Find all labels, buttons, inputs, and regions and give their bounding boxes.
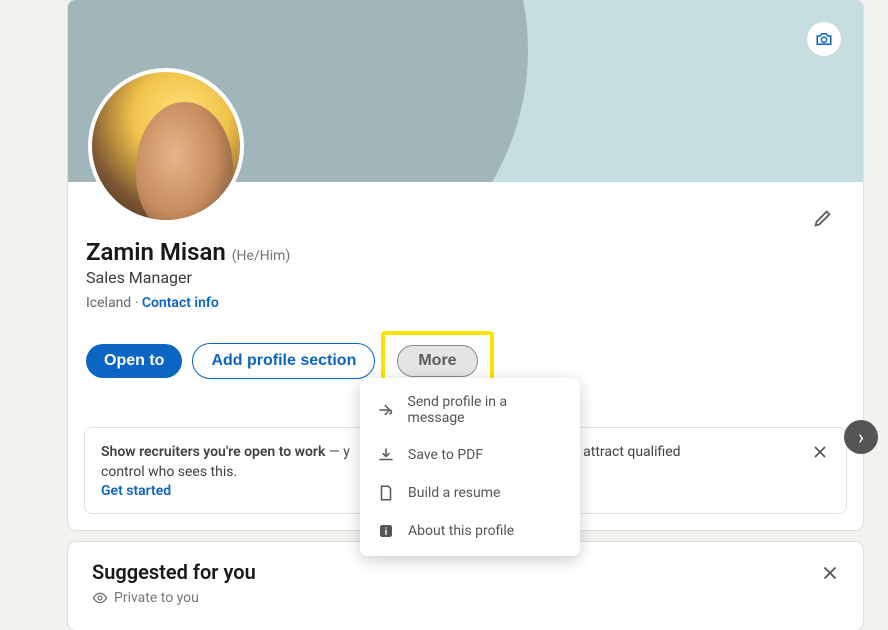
more-button[interactable]: More <box>397 345 477 377</box>
dropdown-item-about[interactable]: i About this profile <box>360 512 580 550</box>
dropdown-item-send[interactable]: Send profile in a message <box>360 384 580 436</box>
open-to-button[interactable]: Open to <box>86 344 182 378</box>
doc-icon <box>376 484 396 502</box>
avatar-face <box>136 102 232 224</box>
send-icon <box>376 401 396 419</box>
profile-pronouns: (He/Him) <box>232 248 291 264</box>
info-icon: i <box>376 522 396 540</box>
edit-banner-button[interactable] <box>807 22 841 56</box>
separator: · <box>131 295 142 311</box>
eye-icon <box>92 590 108 606</box>
svg-text:i: i <box>385 527 388 538</box>
contact-info-link[interactable]: Contact info <box>142 295 219 311</box>
otw-bold-1: Show recruiters you're open to work <box>101 444 325 460</box>
download-icon <box>376 446 396 464</box>
camera-icon <box>815 30 833 48</box>
dropdown-item-resume[interactable]: Build a resume <box>360 474 580 512</box>
chevron-right-icon: › <box>858 425 864 449</box>
profile-headline: Sales Manager <box>86 268 839 287</box>
close-open-to-card-button[interactable] <box>810 442 830 499</box>
suggested-title: Suggested for you <box>92 560 839 584</box>
carousel-next-button[interactable]: › <box>844 420 878 454</box>
close-icon <box>810 442 830 462</box>
private-label: Private to you <box>114 590 199 606</box>
profile-name: Zamin Misan <box>86 238 226 266</box>
dropdown-label: Build a resume <box>408 485 500 501</box>
close-suggested-button[interactable] <box>819 562 841 584</box>
dropdown-label: Send profile in a message <box>408 394 564 426</box>
more-dropdown: Send profile in a message Save to PDF Bu… <box>360 378 580 556</box>
dropdown-item-pdf[interactable]: Save to PDF <box>360 436 580 474</box>
otw-text-1: — y <box>325 444 350 460</box>
edit-profile-button[interactable] <box>805 200 841 236</box>
profile-location: Iceland <box>86 295 131 311</box>
dropdown-label: About this profile <box>408 523 514 539</box>
close-icon <box>819 562 841 584</box>
dropdown-label: Save to PDF <box>408 447 483 463</box>
pencil-icon <box>812 207 834 229</box>
add-profile-section-button[interactable]: Add profile section <box>192 343 375 379</box>
avatar[interactable] <box>88 68 244 224</box>
